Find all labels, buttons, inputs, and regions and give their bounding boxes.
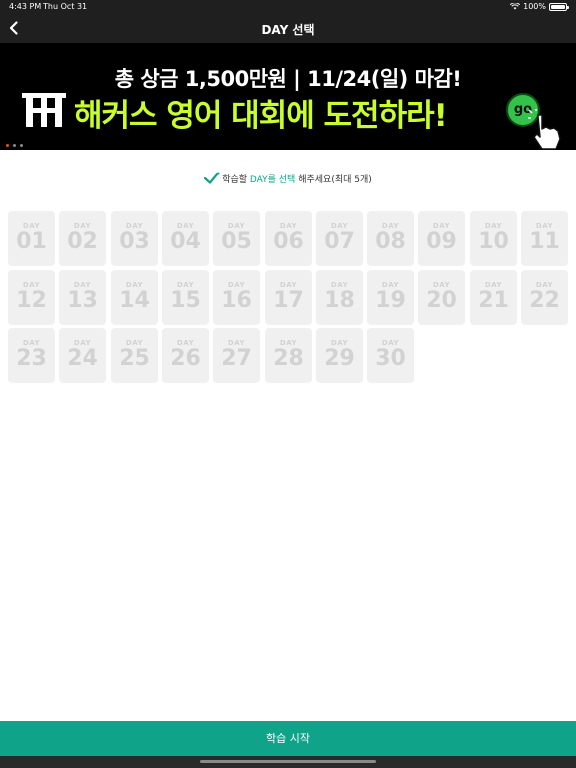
day-number: 08 <box>375 229 406 254</box>
status-date: Thu Oct 31 <box>43 2 88 11</box>
day-number: 10 <box>478 229 509 254</box>
day-button-15[interactable]: DAY 15 <box>162 270 209 324</box>
day-button-01[interactable]: DAY 01 <box>8 211 55 265</box>
day-number: 15 <box>170 288 201 313</box>
day-number: 02 <box>67 229 98 254</box>
navigation-bar: DAY 선택 <box>0 14 576 43</box>
day-button-09[interactable]: DAY 09 <box>418 211 465 265</box>
battery-icon <box>549 2 569 11</box>
day-button-28[interactable]: DAY 28 <box>265 328 312 382</box>
instruction-suffix: 해주세요(최대 5개) <box>295 175 372 185</box>
selection-instruction: 학습할 DAY를 선택 해주세요(최대 5개) <box>0 172 576 185</box>
day-number: 01 <box>16 229 47 254</box>
day-button-05[interactable]: DAY 05 <box>213 211 260 265</box>
day-button-16[interactable]: DAY 16 <box>213 270 260 324</box>
day-button-10[interactable]: DAY 10 <box>470 211 517 265</box>
day-button-11[interactable]: DAY 11 <box>521 211 568 265</box>
home-indicator[interactable] <box>200 760 376 763</box>
day-number: 06 <box>273 229 304 254</box>
page-dot[interactable] <box>20 144 23 147</box>
status-bar: 4:43 PM Thu Oct 31 100% <box>0 0 576 14</box>
page-title: DAY 선택 <box>261 23 315 37</box>
banner-headline: 총 상금 1,500만원 | 11/24(일) 마감! <box>114 67 462 91</box>
day-button-12[interactable]: DAY 12 <box>8 270 55 324</box>
day-number: 27 <box>221 346 252 371</box>
checkmark-icon <box>204 172 220 184</box>
day-number: 26 <box>170 346 201 371</box>
day-button-07[interactable]: DAY 07 <box>316 211 363 265</box>
day-number: 29 <box>324 346 355 371</box>
day-button-08[interactable]: DAY 08 <box>367 211 414 265</box>
home-indicator-area <box>0 756 576 768</box>
day-button-30[interactable]: DAY 30 <box>367 328 414 382</box>
day-number: 30 <box>375 346 406 371</box>
day-number: 14 <box>119 288 150 313</box>
status-time: 4:43 PM <box>9 2 42 11</box>
day-button-06[interactable]: DAY 06 <box>265 211 312 265</box>
day-number: 17 <box>273 288 304 313</box>
day-button-25[interactable]: DAY 25 <box>111 328 158 382</box>
page-dot-active[interactable] <box>6 144 9 147</box>
banner-subheadline: 해커스 영어 대회에 도전하라! <box>74 98 448 134</box>
day-number: 18 <box>324 288 355 313</box>
day-button-22[interactable]: DAY 22 <box>521 270 568 324</box>
day-number: 05 <box>221 229 252 254</box>
instruction-highlight: DAY를 선택 <box>249 175 296 185</box>
page-dot[interactable] <box>13 144 16 147</box>
day-button-21[interactable]: DAY 21 <box>470 270 517 324</box>
day-number: 21 <box>478 288 509 313</box>
day-button-26[interactable]: DAY 26 <box>162 328 209 382</box>
promo-banner[interactable]: 총 상금 1,500만원 | 11/24(일) 마감! 해커스 영어 대회에 도… <box>0 43 576 150</box>
day-number: 12 <box>16 288 47 313</box>
day-number: 19 <box>375 288 406 313</box>
day-number: 03 <box>119 229 150 254</box>
start-study-button[interactable]: 학습 시작 <box>0 721 576 756</box>
wifi-icon <box>510 3 521 10</box>
day-number: 09 <box>426 229 457 254</box>
day-number: 25 <box>119 346 150 371</box>
pointing-hand-icon <box>528 109 561 150</box>
day-button-27[interactable]: DAY 27 <box>213 328 260 382</box>
day-button-17[interactable]: DAY 17 <box>265 270 312 324</box>
day-button-20[interactable]: DAY 20 <box>418 270 465 324</box>
battery-percent: 100% <box>523 2 546 11</box>
day-number: 23 <box>16 346 47 371</box>
day-number: 04 <box>170 229 201 254</box>
day-number: 11 <box>529 229 560 254</box>
hackers-logo-icon <box>22 93 66 127</box>
status-right: 100% <box>510 2 569 11</box>
day-button-18[interactable]: DAY 18 <box>316 270 363 324</box>
day-number: 07 <box>324 229 355 254</box>
day-button-02[interactable]: DAY 02 <box>59 211 106 265</box>
day-button-19[interactable]: DAY 19 <box>367 270 414 324</box>
day-button-14[interactable]: DAY 14 <box>111 270 158 324</box>
instruction-prefix: 학습할 <box>222 175 250 185</box>
day-number: 16 <box>221 288 252 313</box>
day-button-04[interactable]: DAY 04 <box>162 211 209 265</box>
day-number: 22 <box>529 288 560 313</box>
day-button-13[interactable]: DAY 13 <box>59 270 106 324</box>
day-button-24[interactable]: DAY 24 <box>59 328 106 382</box>
day-button-29[interactable]: DAY 29 <box>316 328 363 382</box>
banner-page-indicator[interactable] <box>6 144 23 147</box>
day-button-23[interactable]: DAY 23 <box>8 328 55 382</box>
day-number: 24 <box>67 346 98 371</box>
day-button-03[interactable]: DAY 03 <box>111 211 158 265</box>
day-number: 20 <box>426 288 457 313</box>
day-number: 28 <box>273 346 304 371</box>
day-number: 13 <box>67 288 98 313</box>
